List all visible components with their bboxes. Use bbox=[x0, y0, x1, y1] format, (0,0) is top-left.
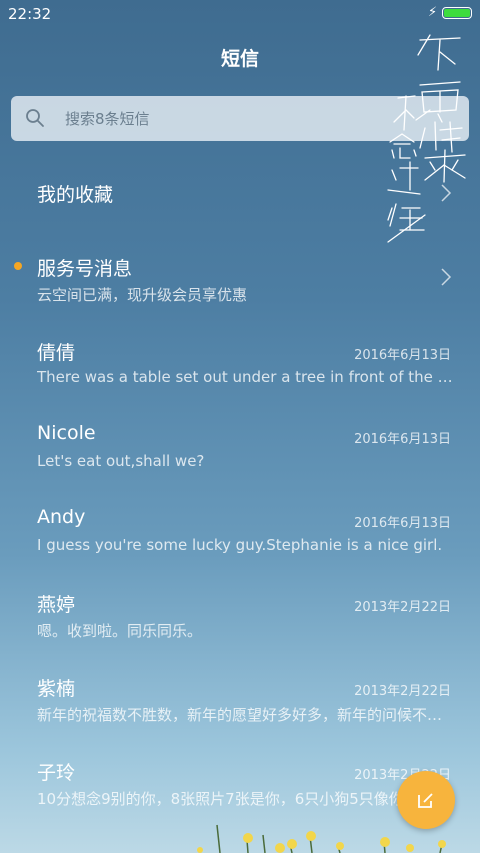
row-name: 我的收藏 bbox=[37, 184, 114, 206]
charging-icon: ⚡ bbox=[428, 5, 438, 20]
status-bar: 22:32 ⚡ bbox=[0, 0, 480, 28]
contact-name: Andy bbox=[37, 506, 86, 528]
chevron-right-icon bbox=[441, 184, 452, 202]
message-date: 2013年2月22日 bbox=[354, 684, 451, 699]
service-messages-row[interactable]: 服务号消息 云空间已满，现升级会员享优惠 bbox=[0, 254, 480, 338]
search-placeholder: 搜索8条短信 bbox=[65, 110, 150, 128]
chevron-right-icon bbox=[441, 268, 452, 286]
contact-name: Nicole bbox=[37, 422, 96, 444]
message-preview: There was a table set out under a tree i… bbox=[37, 368, 455, 386]
message-preview: 新年的祝福数不胜数，新年的愿望好多好多，新年的问候不能少 bbox=[37, 706, 455, 724]
message-date: 2016年6月13日 bbox=[354, 348, 451, 363]
conversation-row[interactable]: 燕婷 2013年2月22日 嗯。收到啦。同乐同乐。 bbox=[0, 590, 480, 674]
contact-name: 子玲 bbox=[37, 762, 76, 784]
conversation-row[interactable]: 倩倩 2016年6月13日 There was a table set out … bbox=[0, 338, 480, 422]
message-date: 2016年6月13日 bbox=[354, 516, 451, 531]
message-date: 2016年6月13日 bbox=[354, 432, 451, 447]
status-time: 22:32 bbox=[8, 5, 52, 23]
row-preview: 云空间已满，现升级会员享优惠 bbox=[37, 286, 248, 304]
conversation-row[interactable]: Nicole 2016年6月13日 Let's eat out,shall we… bbox=[0, 422, 480, 506]
conversation-row[interactable]: 紫楠 2013年2月22日 新年的祝福数不胜数，新年的愿望好多好多，新年的问候不… bbox=[0, 674, 480, 758]
message-preview: I guess you're some lucky guy.Stephanie … bbox=[37, 536, 443, 554]
message-date: 2013年2月22日 bbox=[354, 600, 451, 615]
search-icon bbox=[26, 109, 44, 127]
favorites-row[interactable]: 我的收藏 bbox=[0, 180, 480, 264]
contact-name: 紫楠 bbox=[37, 678, 76, 700]
message-preview: Let's eat out,shall we? bbox=[37, 452, 205, 470]
row-name: 服务号消息 bbox=[37, 258, 133, 280]
battery-icon bbox=[442, 7, 472, 19]
contact-name: 燕婷 bbox=[37, 594, 76, 616]
compose-button[interactable] bbox=[397, 771, 455, 829]
compose-icon bbox=[418, 793, 433, 808]
contact-name: 倩倩 bbox=[37, 342, 76, 364]
message-preview: 嗯。收到啦。同乐同乐。 bbox=[37, 622, 203, 640]
conversation-row[interactable]: Andy 2016年6月13日 I guess you're some luck… bbox=[0, 506, 480, 590]
